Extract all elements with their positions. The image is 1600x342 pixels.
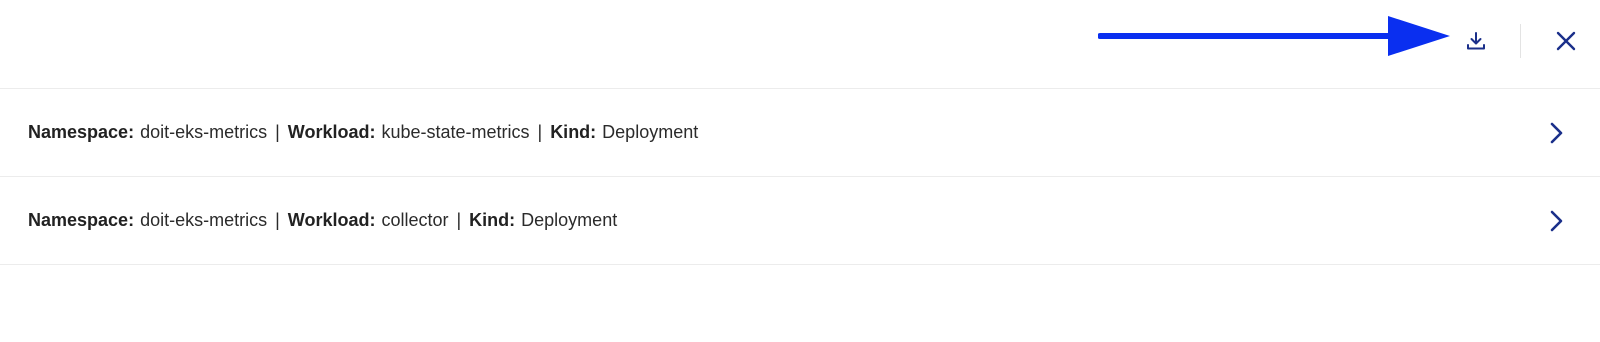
workload-value: kube-state-metrics [381,122,530,142]
chevron-right-icon [1550,210,1563,232]
expand-row-button[interactable] [1536,201,1576,241]
close-button[interactable] [1546,21,1586,61]
kind-value: Deployment [521,210,618,230]
separator: | [275,210,280,230]
workload-row[interactable]: Namespace: doit-eks-metrics | Workload: … [0,89,1600,177]
separator: | [456,210,462,230]
kind-label: Kind: [550,122,597,142]
close-icon [1556,31,1576,51]
chevron-right-icon [1550,122,1563,144]
toolbar-divider [1520,24,1521,58]
separator: | [275,122,280,142]
kind-label: Kind: [469,210,516,230]
namespace-value: doit-eks-metrics [140,122,268,142]
kind-value: Deployment [602,122,699,142]
namespace-label: Namespace: [28,122,135,142]
expand-row-button[interactable] [1536,113,1576,153]
download-button[interactable] [1456,21,1496,61]
workload-label: Workload: [287,210,376,230]
workloads-panel: Namespace: doit-eks-metrics | Workload: … [0,0,1600,342]
workload-value: collector [381,210,449,230]
workload-row[interactable]: Namespace: doit-eks-metrics | Workload: … [0,177,1600,265]
namespace-value: doit-eks-metrics [140,210,268,230]
namespace-label: Namespace: [28,210,135,230]
panel-toolbar [0,0,1600,89]
download-icon [1467,32,1485,50]
separator: | [537,122,543,142]
annotation-arrow [1098,16,1450,56]
workload-label: Workload: [287,122,376,142]
